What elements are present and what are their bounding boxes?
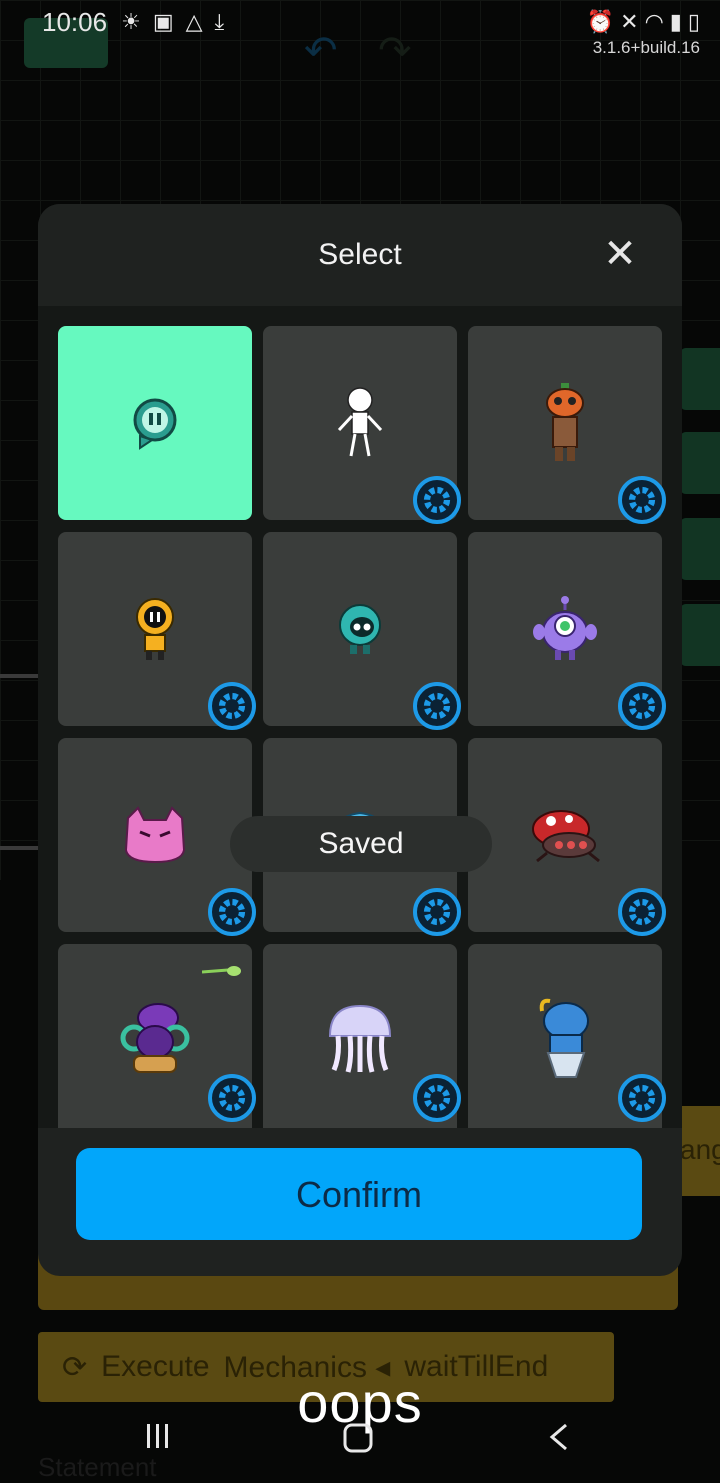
sprite-tile-stick-figure[interactable] [263,326,461,524]
confirm-button[interactable]: Confirm [76,1148,642,1240]
sprite-tile-purple-snake[interactable] [58,944,256,1128]
settings-gear-icon[interactable] [208,888,256,936]
recent-apps-icon[interactable] [144,1422,172,1450]
settings-gear-icon[interactable] [208,1074,256,1122]
red-crab-icon [532,810,600,863]
background-side-peek: ang [680,1106,720,1196]
sprite-tile-blue-genie[interactable] [468,944,666,1128]
background-side-tab [680,432,720,494]
sprite-tile-teal-round-bot[interactable] [263,532,461,730]
mute-icon: ✕ [620,9,639,34]
status-notification-icons: ☀ ▣ △ ⤓ [121,9,224,35]
select-dialog: Select ✕ Saved Confirm [38,204,682,1276]
settings-gear-icon[interactable] [413,682,461,730]
stick-figure-icon [337,387,383,457]
background-side-tab [680,348,720,410]
sprite-tile-red-crab[interactable] [468,738,666,936]
build-version: 3.1.6+build.16 [592,38,700,57]
pumpkin-head-icon [546,383,584,461]
settings-gear-icon[interactable] [413,1074,461,1122]
sprite-grid: Saved [38,306,682,1128]
settings-gear-icon[interactable] [618,476,666,524]
status-time: 10:06 [42,6,108,37]
sprite-tile-pumpkin-head[interactable] [468,326,666,524]
projectile-icon [202,966,241,976]
settings-gear-icon[interactable] [618,1074,666,1122]
saved-toast: Saved [230,816,492,872]
status-system-icons: ⏰ ✕ ◠ ▮ ▯ [587,9,700,35]
purple-alien-icon [533,596,597,660]
background-side-tab [680,604,720,666]
purple-snake-icon [120,1002,190,1073]
settings-gear-icon[interactable] [618,888,666,936]
close-icon[interactable]: ✕ [600,234,640,274]
sprite-tile-pink-cat-blob[interactable] [58,738,256,936]
signal-icon: ▮ [669,9,682,34]
game-controller-icon: ▣ [152,9,174,34]
yellow-hooded-bot-icon [136,598,174,660]
jellyfish-icon [328,1004,392,1073]
weather-icon: ☀ [121,9,141,34]
alarm-icon: ⏰ [586,9,615,34]
teal-round-bot-icon [339,604,381,654]
settings-gear-icon[interactable] [208,682,256,730]
dialog-title: Select [318,238,402,271]
background-divider [0,674,38,678]
back-icon[interactable] [546,1422,572,1452]
drive-icon: △ [185,9,203,34]
sprite-tile-yellow-hooded-bot[interactable] [58,532,256,730]
background-divider [0,846,38,850]
navigation-bar [0,1408,720,1480]
download-icon: ⤓ [214,9,225,34]
settings-gear-icon[interactable] [413,476,461,524]
settings-gear-icon[interactable] [618,682,666,730]
blue-genie-icon [539,998,589,1078]
wifi-icon: ◠ [644,9,664,34]
background-side-tab [680,518,720,580]
pink-cat-blob-icon [124,806,186,864]
dialog-header: Select ✕ [38,204,682,306]
green-chat-bot-icon [133,398,177,450]
settings-gear-icon[interactable] [413,888,461,936]
sprite-tile-purple-alien[interactable] [468,532,666,730]
sprite-tile-green-chat-bot[interactable] [58,326,252,520]
home-icon[interactable] [342,1422,374,1454]
battery-icon: ▯ [687,9,700,34]
sprite-tile-jellyfish[interactable] [263,944,461,1128]
